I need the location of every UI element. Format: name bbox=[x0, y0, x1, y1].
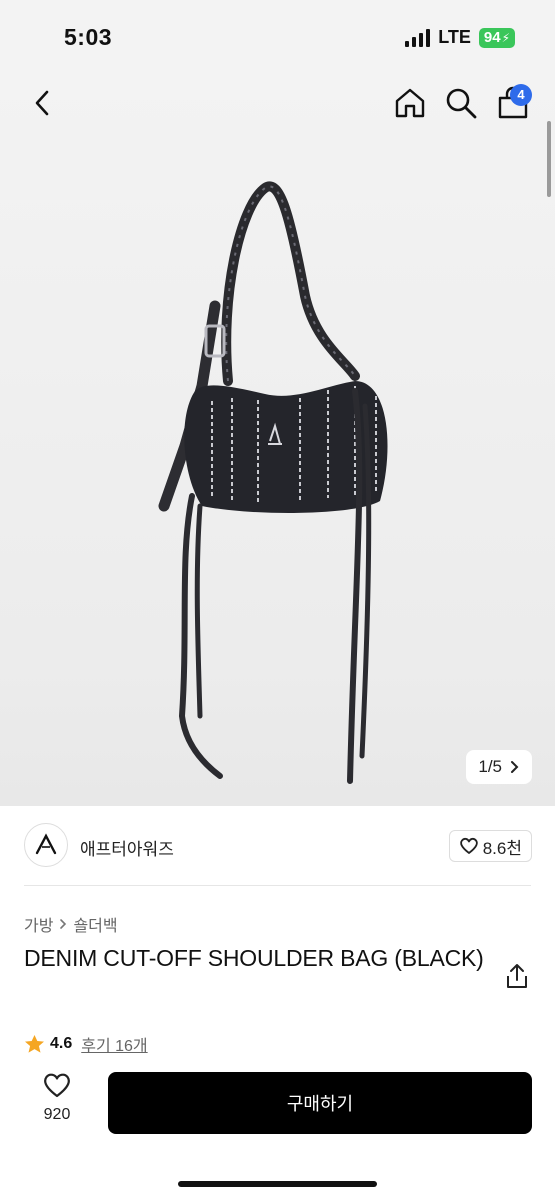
cart-count-badge: 4 bbox=[510, 84, 532, 106]
back-icon[interactable] bbox=[28, 88, 58, 118]
battery-level: 94 bbox=[483, 28, 501, 46]
breadcrumb: 가방 숄더백 bbox=[24, 912, 118, 936]
brand-name[interactable]: 애프터아워즈 bbox=[80, 835, 174, 860]
wishlist-button[interactable]: 920 bbox=[30, 1072, 84, 1124]
home-icon[interactable] bbox=[393, 86, 427, 120]
breadcrumb-item-subcategory[interactable]: 숄더백 bbox=[73, 912, 117, 936]
rating-row: 4.6 후기 16개 bbox=[24, 1032, 148, 1056]
wishlist-count: 920 bbox=[43, 1106, 71, 1123]
product-title: DENIM CUT-OFF SHOULDER BAG (BLACK) bbox=[24, 945, 484, 971]
network-label: LTE bbox=[438, 27, 471, 47]
brand-logo-mark bbox=[35, 833, 57, 855]
status-time: 5:03 bbox=[64, 24, 113, 50]
status-bar: 5:03 LTE 94 ⚡ bbox=[0, 0, 555, 76]
share-icon[interactable] bbox=[504, 962, 530, 990]
star-icon bbox=[25, 1035, 44, 1053]
heart-icon bbox=[459, 837, 478, 854]
search-icon[interactable] bbox=[444, 86, 478, 120]
home-indicator bbox=[178, 1181, 377, 1187]
charging-icon: ⚡ bbox=[501, 30, 510, 45]
signal-icon bbox=[405, 28, 431, 47]
brand-like-count: 8.6천 bbox=[482, 838, 522, 858]
brand-row[interactable]: 애프터아워즈 8.6천 bbox=[24, 820, 532, 870]
buy-button[interactable]: 구매하기 bbox=[108, 1072, 532, 1134]
chevron-right-icon bbox=[60, 919, 67, 929]
breadcrumb-item-category[interactable]: 가방 bbox=[24, 912, 53, 936]
divider bbox=[24, 885, 531, 886]
rating-value: 4.6 bbox=[50, 1035, 73, 1052]
chevron-right-icon bbox=[511, 761, 519, 773]
brand-logo[interactable] bbox=[24, 823, 68, 867]
pager-label: 1/5 bbox=[478, 757, 502, 776]
image-pager[interactable]: 1/5 bbox=[466, 750, 532, 784]
scroll-indicator bbox=[547, 121, 551, 197]
status-indicators: LTE 94 ⚡ bbox=[405, 27, 515, 48]
heart-icon bbox=[44, 1073, 70, 1098]
review-count-link[interactable]: 후기 16개 bbox=[81, 1032, 147, 1056]
product-image-carousel[interactable]: 4 1/5 bbox=[0, 76, 555, 806]
brand-like-button[interactable]: 8.6천 bbox=[448, 830, 532, 862]
product-photo bbox=[158, 181, 388, 784]
battery-icon: 94 ⚡ bbox=[478, 27, 515, 48]
